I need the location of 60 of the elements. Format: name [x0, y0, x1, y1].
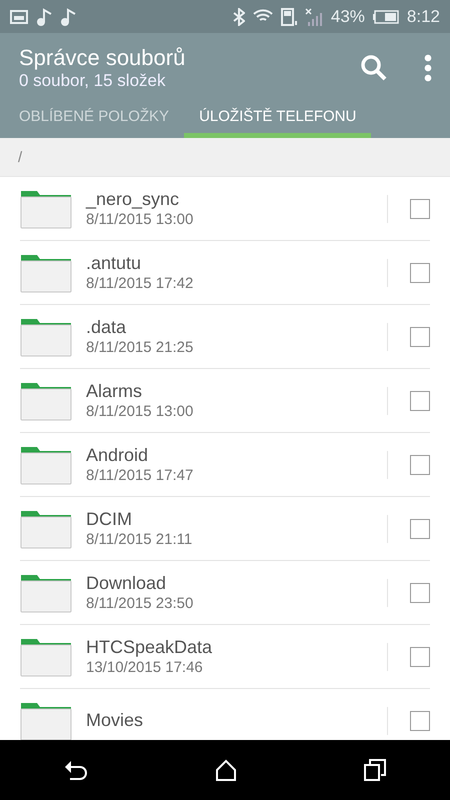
modified-date: 8/11/2015 13:00: [86, 211, 194, 228]
checkbox[interactable]: [410, 518, 430, 538]
modified-date: 8/11/2015 17:42: [86, 275, 194, 292]
modified-date: 8/11/2015 21:11: [86, 531, 194, 548]
folder-name: Download: [86, 573, 168, 594]
modified-date: 8/11/2015 21:25: [86, 339, 194, 356]
folder-icon: [20, 572, 72, 612]
modified-date: 8/11/2015 13:00: [86, 403, 194, 420]
checkbox[interactable]: [410, 198, 430, 218]
folder-icon: [20, 380, 72, 420]
folder-icon: [20, 252, 72, 292]
folder-name: .antutu: [86, 253, 142, 274]
bluetooth-icon: [232, 8, 245, 26]
more-options-icon[interactable]: [424, 54, 432, 82]
folder-row[interactable]: .data 8/11/2015 21:25: [20, 305, 430, 369]
folder-icon: [20, 700, 72, 740]
back-icon[interactable]: [64, 759, 88, 781]
folder-name: HTCSpeakData: [86, 637, 214, 658]
folder-name: Android: [86, 445, 150, 466]
battery-icon: [372, 10, 399, 24]
folder-summary: 0 soubor, 15 složek: [19, 71, 166, 91]
image-icon: [10, 10, 28, 24]
music-note-icon: [36, 8, 52, 26]
folder-name: .data: [86, 317, 128, 338]
search-icon[interactable]: [360, 54, 388, 82]
checkbox[interactable]: [410, 646, 430, 666]
folder-icon: [20, 188, 72, 228]
checkbox[interactable]: [410, 390, 430, 410]
folder-icon: [20, 636, 72, 676]
folder-name: Alarms: [86, 381, 144, 402]
modified-date: 8/11/2015 23:50: [86, 595, 194, 612]
folder-name: DCIM: [86, 509, 133, 530]
folder-row[interactable]: Download 8/11/2015 23:50: [20, 561, 430, 625]
modified-date: 13/10/2015 17:46: [86, 659, 204, 676]
folder-row[interactable]: Alarms 8/11/2015 13:00: [20, 369, 430, 433]
clock: 8:12: [406, 6, 440, 26]
folder-row[interactable]: _nero_sync 8/11/2015 13:00: [20, 177, 430, 241]
checkbox[interactable]: [410, 454, 430, 474]
folder-path: /: [18, 148, 22, 166]
folder-row[interactable]: Android 8/11/2015 17:47: [20, 433, 430, 497]
folder-row[interactable]: DCIM 8/11/2015 21:11: [20, 497, 430, 561]
recent-apps-icon[interactable]: [364, 759, 386, 781]
folder-row[interactable]: HTCSpeakData 13/10/2015 17:46: [20, 625, 430, 689]
checkbox[interactable]: [410, 582, 430, 602]
folder-name: Movies: [86, 710, 144, 731]
checkbox[interactable]: [410, 710, 430, 730]
checkbox[interactable]: [410, 262, 430, 282]
folder-icon: [20, 508, 72, 548]
folder-name: _nero_sync: [86, 189, 180, 210]
checkbox[interactable]: [410, 326, 430, 346]
music-note-icon: [60, 8, 76, 26]
folder-row[interactable]: .antutu 8/11/2015 17:42: [20, 241, 430, 305]
modified-date: 8/11/2015 17:47: [86, 467, 194, 484]
app-title: Správce souborů: [19, 45, 186, 71]
home-icon[interactable]: [214, 759, 237, 781]
folder-icon: [20, 316, 72, 356]
signal-icon: [304, 8, 323, 26]
folder-icon: [20, 444, 72, 484]
sim-card-icon: [280, 8, 297, 26]
battery-percent: 43%: [330, 6, 365, 26]
